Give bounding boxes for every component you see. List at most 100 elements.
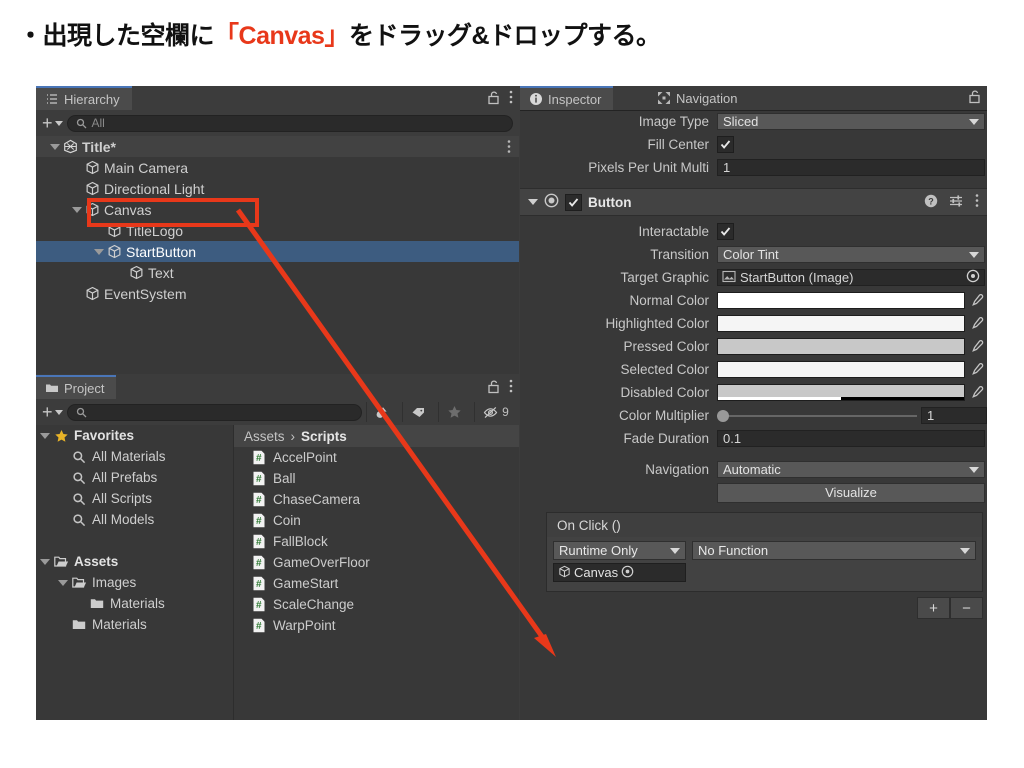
remove-listener-button[interactable]: − — [950, 597, 983, 619]
navigation-dropdown[interactable]: Automatic — [717, 461, 985, 478]
breadcrumb-root[interactable]: Assets — [244, 429, 285, 444]
tab-navigation[interactable]: Navigation — [648, 86, 749, 110]
hierarchy-item-titlelogo[interactable]: TitleLogo — [36, 220, 519, 241]
asset-item-gamestart[interactable]: # GameStart — [234, 573, 519, 594]
lock-icon[interactable] — [487, 379, 500, 394]
eyedropper-icon[interactable] — [967, 339, 987, 354]
project-tree-item-all-prefabs[interactable]: All Prefabs — [36, 467, 233, 488]
help-icon[interactable]: ? — [924, 194, 938, 211]
asset-item-chasecamera[interactable]: # ChaseCamera — [234, 489, 519, 510]
asset-item-accelpoint[interactable]: # AccelPoint — [234, 447, 519, 468]
component-enabled-checkbox[interactable] — [565, 193, 582, 211]
project-tree-item-images[interactable]: Images — [36, 572, 233, 593]
add-gameobject-button[interactable]: + — [42, 114, 63, 132]
search-icon — [72, 471, 87, 485]
hidden-packages-toggle[interactable]: 9 — [474, 402, 517, 422]
hierarchy-item-main-camera[interactable]: Main Camera — [36, 157, 519, 178]
inspector-tabbar: Inspector Navigation — [520, 86, 987, 111]
preset-icon[interactable] — [949, 194, 964, 211]
foldout-triangle-icon[interactable] — [58, 579, 68, 586]
transition-dropdown[interactable]: Color Tint — [717, 246, 985, 263]
selected-color-swatch[interactable] — [717, 361, 965, 378]
target-graphic-object-field[interactable]: StartButton (Image) — [717, 269, 985, 286]
slider-knob[interactable] — [717, 409, 729, 422]
create-asset-button[interactable]: + — [42, 403, 63, 421]
pixels-per-unit-multi-input[interactable]: 1 — [717, 159, 985, 176]
onclick-function-dropdown[interactable]: No Function — [692, 541, 976, 560]
onclick-runtime-mode-dropdown[interactable]: Runtime Only — [553, 541, 686, 560]
foldout-triangle-icon[interactable] — [94, 248, 104, 255]
project-tree-item-all-materials[interactable]: All Materials — [36, 446, 233, 467]
project-tree-item-materials[interactable]: Materials — [36, 593, 233, 614]
csharp-script-icon: # — [252, 555, 266, 570]
filter-by-label-icon[interactable] — [402, 402, 434, 422]
kebab-menu-icon[interactable] — [975, 193, 979, 211]
project-tree-item-label: Assets — [74, 554, 119, 569]
tab-inspector[interactable]: Inspector — [520, 86, 614, 110]
asset-item-ball[interactable]: # Ball — [234, 468, 519, 489]
breadcrumb-separator: › — [290, 428, 296, 444]
object-picker-icon[interactable] — [621, 565, 634, 581]
hierarchy-item-startbutton[interactable]: StartButton — [36, 241, 519, 262]
onclick-object-field[interactable]: Canvas — [553, 563, 686, 582]
hierarchy-item-eventsystem[interactable]: EventSystem — [36, 283, 519, 304]
project-asset-list: Assets › Scripts # AccelPoint # Ball # ChaseC… — [234, 425, 519, 720]
lock-icon[interactable] — [968, 89, 981, 104]
hierarchy-item-directional-light[interactable]: Directional Light — [36, 178, 519, 199]
foldout-triangle-icon[interactable] — [50, 143, 60, 150]
field-label-selected-color: Selected Color — [620, 362, 709, 377]
tab-hierarchy[interactable]: Hierarchy — [36, 86, 132, 110]
project-tree-item-favorites[interactable]: Favorites — [36, 425, 233, 446]
normal-color-swatch[interactable] — [717, 292, 965, 309]
hierarchy-item-canvas[interactable]: Canvas — [36, 199, 519, 220]
filter-by-type-icon[interactable] — [366, 402, 398, 422]
color-multiplier-value-input[interactable]: 1 — [921, 407, 987, 424]
project-search-input[interactable] — [66, 403, 362, 421]
search-icon — [72, 513, 87, 527]
asset-item-scalechange[interactable]: # ScaleChange — [234, 594, 519, 615]
object-picker-icon[interactable] — [966, 269, 980, 286]
project-tree-item-assets[interactable]: Assets — [36, 551, 233, 572]
field-label-interactable: Interactable — [638, 224, 709, 239]
interactable-checkbox[interactable] — [717, 223, 734, 240]
foldout-triangle-icon[interactable] — [528, 199, 538, 205]
lock-icon[interactable] — [487, 90, 500, 105]
hierarchy-search-input[interactable]: All — [66, 114, 513, 132]
asset-item-fallblock[interactable]: # FallBlock — [234, 531, 519, 552]
visualize-button[interactable]: Visualize — [717, 482, 985, 503]
gameobject-cube-icon — [107, 244, 122, 259]
highlighted-color-swatch[interactable] — [717, 315, 965, 332]
kebab-menu-icon[interactable] — [509, 378, 513, 394]
color-multiplier-slider[interactable] — [717, 407, 917, 424]
foldout-triangle-icon[interactable] — [40, 558, 50, 565]
hierarchy-tree: Title* Main Camera Directional Light Canvas… — [36, 136, 519, 374]
disabled-color-swatch[interactable] — [717, 384, 965, 401]
kebab-menu-icon[interactable] — [507, 139, 511, 157]
asset-item-warppoint[interactable]: # WarpPoint — [234, 615, 519, 636]
image-type-dropdown[interactable]: Sliced — [717, 113, 985, 130]
fade-duration-input[interactable]: 0.1 — [717, 430, 985, 447]
asset-item-coin[interactable]: # Coin — [234, 510, 519, 531]
eyedropper-icon[interactable] — [967, 362, 987, 377]
eyedropper-icon[interactable] — [967, 385, 987, 400]
csharp-script-icon: # — [252, 513, 266, 528]
fill-center-checkbox[interactable] — [717, 136, 734, 153]
eyedropper-icon[interactable] — [967, 293, 987, 308]
project-tree-item-all-models[interactable]: All Models — [36, 509, 233, 530]
hierarchy-item-text[interactable]: Text — [36, 262, 519, 283]
project-tree: Favorites All Materials All Prefabs All Scr… — [36, 425, 234, 720]
foldout-triangle-icon[interactable] — [40, 432, 50, 439]
foldout-triangle-icon[interactable] — [72, 206, 82, 213]
asset-item-gameoverfloor[interactable]: # GameOverFloor — [234, 552, 519, 573]
hierarchy-item-title[interactable]: Title* — [36, 136, 519, 157]
tab-project[interactable]: Project — [36, 375, 117, 399]
field-row-pixels-per-unit-multi: Pixels Per Unit Multi 1 — [520, 156, 987, 179]
project-tree-item-materials[interactable]: Materials — [36, 614, 233, 635]
add-listener-button[interactable]: + — [917, 597, 950, 619]
project-tree-item-all-scripts[interactable]: All Scripts — [36, 488, 233, 509]
filter-by-favorite-icon[interactable] — [438, 402, 470, 422]
component-header-button[interactable]: Button ? — [520, 188, 987, 216]
pressed-color-swatch[interactable] — [717, 338, 965, 355]
eyedropper-icon[interactable] — [967, 316, 987, 331]
kebab-menu-icon[interactable] — [509, 89, 513, 105]
